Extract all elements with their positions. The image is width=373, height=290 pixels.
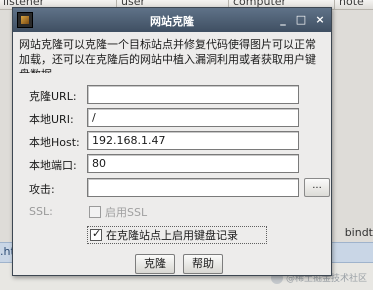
- clone-url-input[interactable]: [87, 85, 299, 104]
- background-text-fragment: bindt: [344, 226, 373, 239]
- local-host-input[interactable]: [87, 131, 299, 150]
- clone-url-label: 克隆URL:: [29, 90, 77, 103]
- website-clone-dialog: 网站克隆 _ □ × 网站克隆可以克隆一个目标站点并修复代码使得图片可以正常加载…: [12, 7, 332, 276]
- column-header-note[interactable]: note: [334, 0, 364, 9]
- ssl-checkbox[interactable]: [89, 206, 101, 218]
- dialog-titlebar[interactable]: 网站克隆 _ □ ×: [13, 8, 331, 32]
- help-button[interactable]: 帮助: [183, 254, 223, 274]
- description-text: 网站克隆可以克隆一个目标站点并修复代码使得图片可以正常加载，还可以在克隆后的网站…: [19, 38, 316, 73]
- maximize-icon[interactable]: □: [293, 12, 309, 28]
- local-uri-label: 本地URI:: [29, 113, 74, 126]
- attack-input[interactable]: [87, 178, 299, 197]
- keylogger-checkbox-label: 在克隆站点上启用键盘记录: [106, 229, 238, 242]
- clone-button[interactable]: 克隆: [135, 254, 175, 274]
- local-port-input[interactable]: [87, 154, 299, 173]
- attack-browse-button[interactable]: ...: [304, 178, 330, 197]
- ssl-checkbox-row[interactable]: 启用SSL: [89, 204, 147, 220]
- minimize-icon[interactable]: _: [275, 12, 291, 28]
- close-icon[interactable]: ×: [312, 12, 328, 28]
- keylogger-checkbox[interactable]: [90, 227, 102, 241]
- attack-label: 攻击:: [29, 183, 55, 196]
- ssl-checkbox-label: 启用SSL: [105, 206, 148, 219]
- dialog-content: 网站克隆可以克隆一个目标站点并修复代码使得图片可以正常加载，还可以在克隆后的网站…: [13, 32, 331, 275]
- local-uri-input[interactable]: [87, 108, 299, 127]
- local-host-label: 本地Host:: [29, 136, 80, 149]
- local-port-label: 本地端口:: [29, 159, 77, 172]
- ssl-label: SSL:: [29, 205, 53, 218]
- keylogger-checkbox-row[interactable]: 在克隆站点上启用键盘记录: [87, 226, 267, 244]
